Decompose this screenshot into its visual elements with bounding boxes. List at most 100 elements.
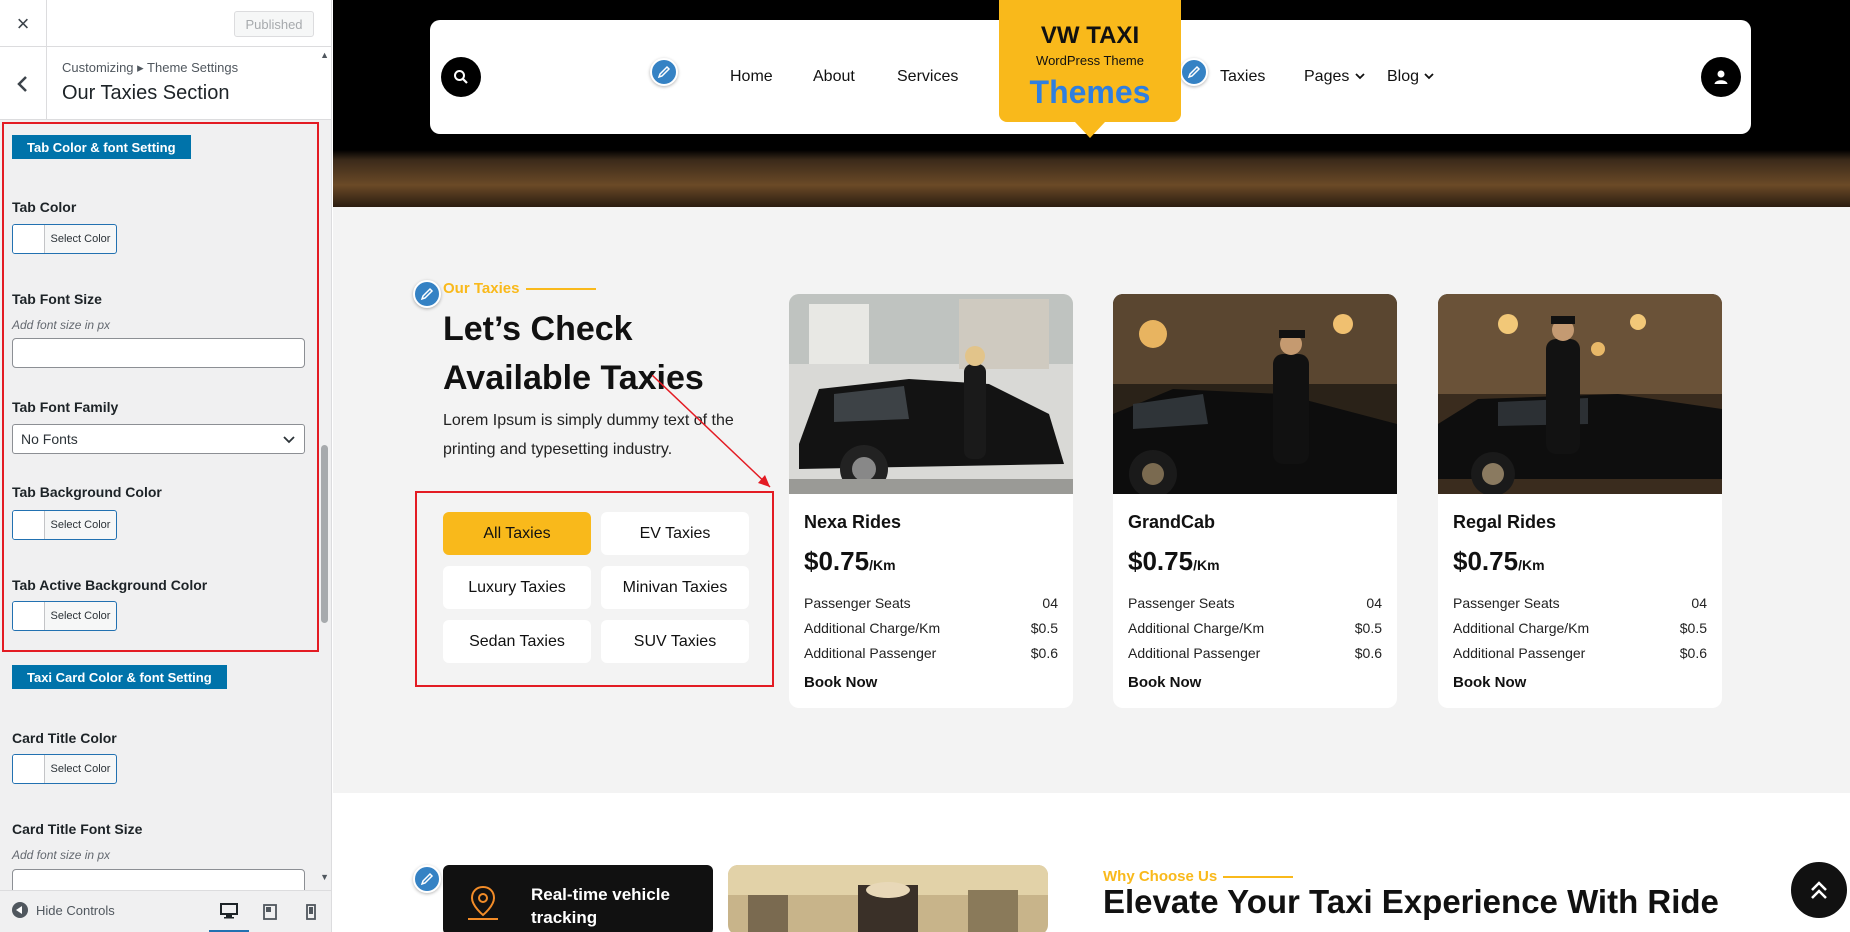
select-color-label: Select Color [50, 233, 111, 245]
card-title: Regal Rides [1453, 512, 1557, 532]
tab-font-size-label: Tab Font Size [12, 291, 102, 307]
spec-row: Passenger Seats 04 [804, 595, 1058, 611]
tab-active-bg-color-label: Tab Active Background Color [12, 577, 208, 593]
back-button[interactable] [0, 47, 47, 120]
tab-luxury-taxies[interactable]: Luxury Taxies [443, 566, 591, 609]
why-choose-section: Real-time vehicle tracking Why Choose Us… [333, 793, 1850, 932]
site-preview: Home About Services Taxies Pages Blog VW… [333, 0, 1850, 932]
book-now-link[interactable]: Book Now [1128, 674, 1201, 691]
nav-about[interactable]: About [813, 68, 855, 86]
tab-suv-taxies[interactable]: SUV Taxies [601, 620, 749, 663]
color-swatch [13, 225, 45, 253]
tab-color-label: Tab Color [12, 199, 77, 215]
mobile-icon [306, 904, 316, 920]
edit-pencil-icon[interactable] [650, 58, 678, 86]
subtitle-underline [1223, 876, 1293, 878]
spec-value: $0.5 [1354, 620, 1382, 636]
edit-pencil-icon[interactable] [1180, 58, 1208, 86]
price-value: $0.75 [1453, 546, 1519, 576]
tab-bg-color-picker[interactable]: Select Color [12, 510, 117, 540]
user-icon [1714, 70, 1728, 84]
breadcrumb: Customizing ▸ Theme Settings [62, 60, 239, 75]
tab-color-picker[interactable]: Select Color [12, 224, 117, 254]
scrollbar-thumb[interactable] [321, 445, 328, 623]
customizer-footer: Hide Controls [0, 890, 331, 932]
tab-ev-taxies[interactable]: EV Taxies [601, 512, 749, 555]
desktop-preview-button[interactable] [209, 891, 249, 932]
card-price: $0.75/Km [804, 546, 896, 577]
nav-pages[interactable]: Pages [1304, 68, 1366, 86]
car-photo [1438, 294, 1722, 494]
spec-label: Additional Charge/Km [804, 620, 941, 636]
collapse-icon [12, 902, 28, 918]
tab-minivan-taxies[interactable]: Minivan Taxies [601, 566, 749, 609]
card-settings-heading: Taxi Card Color & font Setting [12, 665, 227, 689]
spec-value: 04 [1366, 595, 1382, 611]
spec-value: $0.6 [1030, 645, 1058, 661]
nav-services[interactable]: Services [897, 68, 958, 86]
price-value: $0.75 [804, 546, 870, 576]
nav-taxies[interactable]: Taxies [1220, 68, 1265, 86]
card-title-color-picker[interactable]: Select Color [12, 754, 117, 784]
subtitle-underline [526, 288, 596, 290]
mobile-preview-button[interactable] [291, 891, 331, 932]
spec-label: Additional Passenger [804, 645, 937, 661]
chevron-down-icon [1355, 73, 1365, 80]
spec-row: Additional Passenger $0.6 [1128, 645, 1382, 661]
spec-label: Additional Charge/Km [1128, 620, 1265, 636]
taxies-desc-line2: printing and typesetting industry. [443, 441, 673, 458]
close-icon[interactable]: × [0, 0, 47, 47]
spec-row: Additional Charge/Km $0.5 [1453, 620, 1707, 636]
nav-blog[interactable]: Blog [1387, 68, 1435, 86]
edit-pencil-icon[interactable] [413, 865, 441, 893]
spec-row: Additional Charge/Km $0.5 [1128, 620, 1382, 636]
why-title: Elevate Your Taxi Experience With Ride [1103, 883, 1719, 920]
tab-font-family-value: No Fonts [21, 431, 78, 447]
customizer-header-bar: × Published [0, 0, 331, 47]
site-logo[interactable]: VW TAXI WordPress Theme Themes [999, 0, 1181, 138]
price-value: $0.75 [1128, 546, 1194, 576]
logo-tagline: WordPress Theme [1036, 53, 1144, 68]
tab-active-bg-color-picker[interactable]: Select Color [12, 601, 117, 631]
back-to-top-button[interactable] [1788, 859, 1850, 921]
spec-value: $0.5 [1679, 620, 1707, 636]
color-swatch [13, 511, 45, 539]
select-color-label: Select Color [50, 763, 111, 775]
tab-all-taxies[interactable]: All Taxies [443, 512, 591, 555]
spec-row: Passenger Seats 04 [1128, 595, 1382, 611]
tab-font-size-input[interactable] [12, 338, 305, 368]
spec-label: Passenger Seats [804, 595, 911, 611]
edit-pencil-icon[interactable] [413, 280, 441, 308]
tab-sedan-taxies[interactable]: Sedan Taxies [443, 620, 591, 663]
spec-label: Additional Passenger [1453, 645, 1586, 661]
location-pin-icon [468, 885, 498, 920]
card-price: $0.75/Km [1453, 546, 1545, 577]
taxies-title-line1: Let’s Check [443, 310, 633, 348]
published-button[interactable]: Published [234, 11, 314, 37]
spec-row: Additional Charge/Km $0.5 [804, 620, 1058, 636]
tab-font-family-select[interactable]: No Fonts [12, 424, 305, 454]
book-now-link[interactable]: Book Now [804, 674, 877, 691]
street-photo [728, 865, 1048, 932]
card-title: Nexa Rides [804, 512, 902, 532]
color-swatch [13, 755, 45, 783]
hide-controls-button[interactable]: Hide Controls [12, 902, 115, 918]
scroll-down-arrow-icon[interactable]: ▼ [320, 872, 329, 882]
book-now-link[interactable]: Book Now [1453, 674, 1526, 691]
nav-home[interactable]: Home [730, 68, 773, 86]
car-photo [1113, 294, 1397, 494]
nav-blog-label: Blog [1387, 68, 1420, 85]
chevron-down-icon [1424, 73, 1435, 80]
account-button[interactable] [1701, 57, 1741, 97]
chevron-left-icon [17, 75, 27, 92]
spec-row: Passenger Seats 04 [1453, 595, 1707, 611]
scroll-up-arrow-icon[interactable]: ▲ [320, 50, 329, 60]
logo-brand: Themes [1029, 74, 1151, 110]
tablet-preview-button[interactable] [250, 891, 290, 932]
taxi-card: Regal Rides $0.75/Km Passenger Seats 04 A… [1438, 294, 1722, 708]
search-button[interactable] [441, 57, 481, 97]
tab-bg-color-label: Tab Background Color [12, 484, 162, 500]
color-swatch [13, 602, 45, 630]
spec-row: Additional Passenger $0.6 [1453, 645, 1707, 661]
tablet-icon [263, 904, 277, 920]
